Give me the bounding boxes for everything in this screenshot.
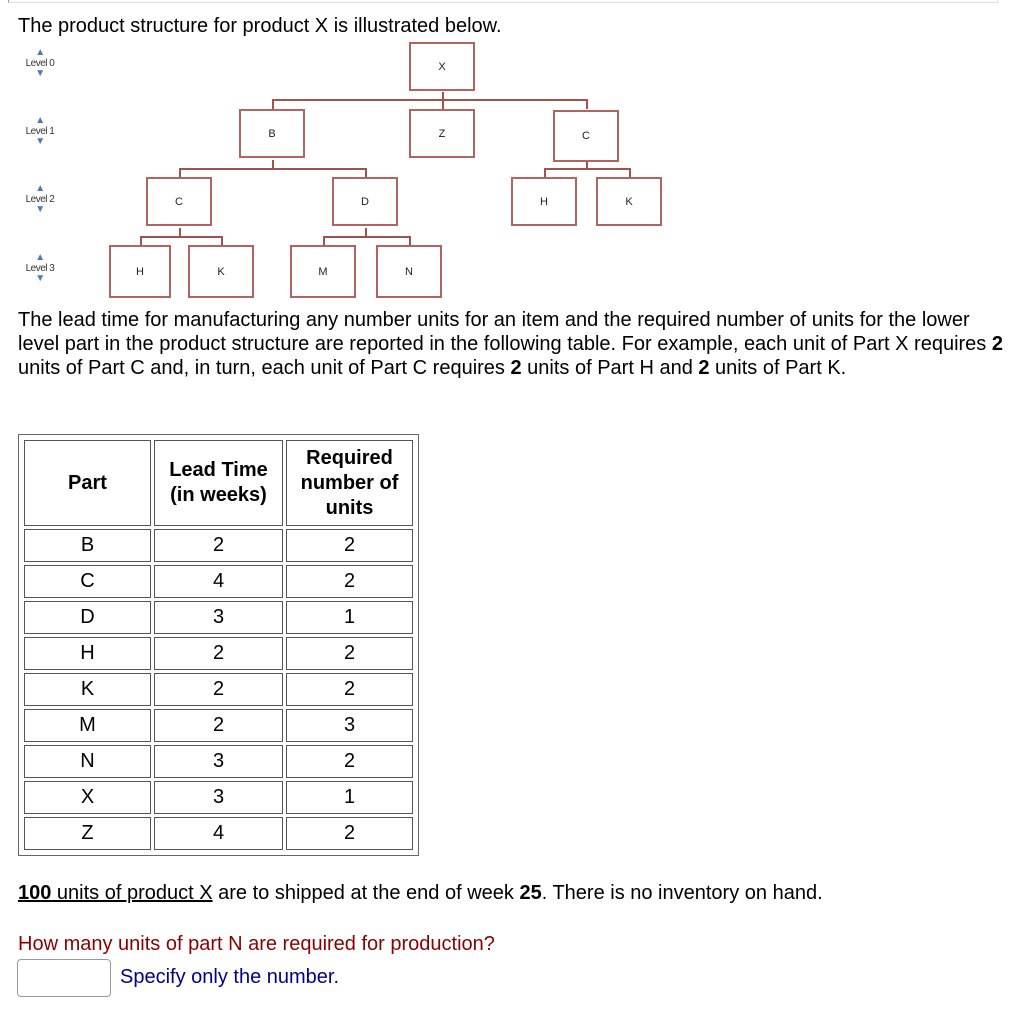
intro-text: The product structure for product X is i… [18, 15, 502, 37]
cell-part: K [24, 673, 151, 706]
cell-lead-time: 3 [154, 781, 283, 814]
table-row: B22 [24, 529, 413, 562]
question-text: How many units of part N are required fo… [18, 933, 495, 955]
cell-part: D [24, 601, 151, 634]
cell-required-units: 2 [286, 637, 413, 670]
table-row: C42 [24, 565, 413, 598]
arrow-down-icon: ▼ [35, 136, 45, 147]
given-quantity-phrase: 100 units of product X [18, 882, 213, 904]
arrow-up-icon: ▲ [35, 183, 45, 194]
table-header-row: Part Lead Time (in weeks) Required numbe… [24, 440, 413, 526]
node-m: M [290, 245, 356, 298]
cell-part: Z [24, 817, 151, 850]
parts-table: Part Lead Time (in weeks) Required numbe… [18, 434, 419, 856]
level-2-label: ▲ Level 2 ▼ [20, 184, 60, 215]
connector-b [179, 160, 367, 177]
node-d: D [332, 177, 398, 226]
shipment-statement: 100 units of product X are to shipped at… [18, 882, 823, 904]
table-row: K22 [24, 673, 413, 706]
node-x: X [409, 42, 475, 91]
arrow-up-icon: ▲ [35, 47, 45, 58]
table-row: D31 [24, 601, 413, 634]
cell-part: H [24, 637, 151, 670]
level-3-label: ▲ Level 3 ▼ [20, 253, 60, 284]
cell-part: X [24, 781, 151, 814]
cell-part: N [24, 745, 151, 778]
arrow-down-icon: ▼ [35, 68, 45, 79]
header-required-units: Required number of units [286, 440, 413, 526]
arrow-down-icon: ▼ [35, 273, 45, 284]
header-part: Part [24, 440, 151, 526]
connector-c1 [544, 162, 631, 177]
cell-part: B [24, 529, 151, 562]
cell-required-units: 3 [286, 709, 413, 742]
arrow-down-icon: ▼ [35, 204, 45, 215]
header-lead-time: Lead Time (in weeks) [154, 440, 283, 526]
cell-lead-time: 3 [154, 745, 283, 778]
table-row: Z42 [24, 817, 413, 850]
node-z: Z [409, 109, 475, 158]
node-n: N [376, 245, 442, 298]
cell-required-units: 2 [286, 673, 413, 706]
cell-required-units: 2 [286, 565, 413, 598]
cell-lead-time: 3 [154, 601, 283, 634]
connector-d [323, 228, 411, 245]
cell-required-units: 2 [286, 817, 413, 850]
cell-required-units: 2 [286, 529, 413, 562]
table-row: N32 [24, 745, 413, 778]
arrow-up-icon: ▲ [35, 252, 45, 263]
cell-required-units: 2 [286, 745, 413, 778]
top-border [8, 0, 998, 3]
answer-input[interactable] [17, 959, 111, 997]
node-b: B [239, 109, 305, 158]
cell-required-units: 1 [286, 601, 413, 634]
node-k-level2: K [596, 177, 662, 226]
cell-part: C [24, 565, 151, 598]
table-row: M23 [24, 709, 413, 742]
product-structure-diagram: ▲ Level 0 ▼ ▲ Level 1 ▼ ▲ Level 2 ▼ ▲ Le… [0, 36, 700, 306]
connector-x [272, 92, 588, 109]
description-paragraph: The lead time for manufacturing any numb… [18, 309, 1003, 379]
answer-hint: Specify only the number. [120, 966, 340, 988]
node-h-level2: H [511, 177, 577, 226]
node-c-level1: C [553, 110, 619, 162]
level-1-label: ▲ Level 1 ▼ [20, 116, 60, 147]
arrow-up-icon: ▲ [35, 115, 45, 126]
cell-lead-time: 4 [154, 565, 283, 598]
node-c-level2: C [146, 177, 212, 226]
cell-required-units: 1 [286, 781, 413, 814]
cell-lead-time: 2 [154, 673, 283, 706]
cell-lead-time: 4 [154, 817, 283, 850]
cell-part: M [24, 709, 151, 742]
cell-lead-time: 2 [154, 637, 283, 670]
level-0-label: ▲ Level 0 ▼ [20, 48, 60, 79]
table-row: H22 [24, 637, 413, 670]
cell-lead-time: 2 [154, 529, 283, 562]
node-h-level3: H [109, 245, 171, 298]
node-k-level3: K [188, 245, 254, 298]
cell-lead-time: 2 [154, 709, 283, 742]
table-row: X31 [24, 781, 413, 814]
connector-c2 [140, 228, 223, 245]
